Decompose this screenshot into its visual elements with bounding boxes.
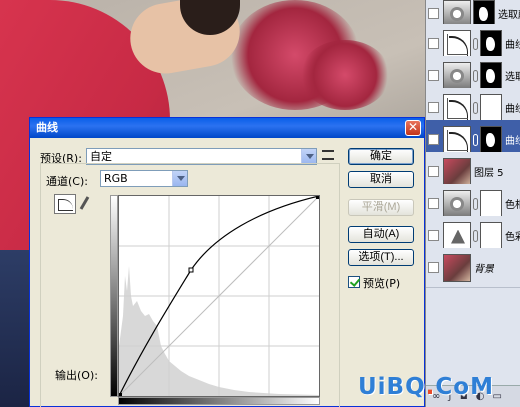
- chevron-down-icon[interactable]: [301, 149, 316, 164]
- watermark-text: UiBQ: [358, 374, 426, 400]
- visibility-checkbox[interactable]: [428, 70, 439, 81]
- curves-dialog: 曲线 ✕ 预设(R): 自定 通道(C): RGB 输出(O): 确定 取消 平…: [29, 117, 425, 407]
- curve-endpoint-white: [316, 196, 319, 199]
- curve-control-point: [188, 267, 194, 273]
- layer-mask-thumbnail[interactable]: [480, 93, 502, 122]
- curve-endpoint-black: [119, 393, 122, 396]
- watermark-dot: .: [425, 374, 436, 400]
- options-button[interactable]: 选项(T)...: [348, 249, 414, 266]
- close-button[interactable]: ✕: [405, 120, 421, 136]
- preset-value: 自定: [90, 150, 112, 163]
- layer-thumbnail: [443, 157, 471, 186]
- preset-options-icon[interactable]: [322, 150, 334, 160]
- layer-name: 色彩平: [505, 232, 520, 243]
- visibility-checkbox[interactable]: [428, 8, 439, 19]
- curves-thumbnail: [443, 93, 471, 122]
- color-balance-thumbnail: [443, 221, 471, 250]
- dialog-title: 曲线: [36, 121, 58, 134]
- preview-checkbox[interactable]: [348, 276, 360, 288]
- link-icon[interactable]: [473, 101, 478, 114]
- visibility-checkbox[interactable]: [428, 166, 439, 177]
- layers-panel: 选取颜 曲线 2 选取颜 曲线 3 曲线 1 图层 5 色相: [425, 0, 520, 407]
- chevron-down-icon[interactable]: [172, 171, 187, 186]
- layer-name: 曲线 3: [505, 104, 520, 115]
- curves-thumbnail: [443, 125, 471, 154]
- layer-mask-thumbnail[interactable]: [480, 61, 502, 90]
- link-icon[interactable]: [473, 133, 478, 146]
- channel-label: 通道(C):: [46, 175, 88, 188]
- channel-select[interactable]: RGB: [100, 170, 188, 187]
- adjustment-thumbnail: [443, 189, 471, 218]
- link-icon[interactable]: [473, 197, 478, 210]
- cancel-button[interactable]: 取消: [348, 171, 414, 188]
- visibility-checkbox[interactable]: [428, 198, 439, 209]
- ok-button[interactable]: 确定: [348, 148, 414, 165]
- link-icon[interactable]: [473, 37, 478, 50]
- layer-name: 色相/饱: [505, 200, 520, 211]
- visibility-checkbox[interactable]: [428, 38, 439, 49]
- visibility-checkbox[interactable]: [428, 230, 439, 241]
- curve-graph[interactable]: [118, 195, 320, 397]
- preview-label: 预览(P): [363, 277, 401, 290]
- curves-thumbnail: [443, 29, 471, 58]
- layer-name: 图层 5: [474, 168, 504, 179]
- output-label: 输出(O):: [55, 369, 98, 382]
- layer-name: 曲线 1: [505, 136, 520, 147]
- layer-mask-thumbnail[interactable]: [480, 29, 502, 58]
- layer-mask-thumbnail[interactable]: [480, 189, 502, 218]
- link-icon[interactable]: [473, 229, 478, 242]
- curve-graph-svg: [118, 195, 320, 397]
- dialog-titlebar[interactable]: 曲线 ✕: [30, 118, 424, 138]
- smooth-button[interactable]: 平滑(M): [348, 199, 414, 216]
- layer-mask-thumbnail[interactable]: [480, 221, 502, 250]
- adjustment-thumbnail: [443, 61, 471, 90]
- visibility-checkbox[interactable]: [428, 134, 439, 145]
- input-gradient-bar: [118, 397, 320, 405]
- watermark-text: CoM: [435, 374, 494, 400]
- layer-thumbnail: [443, 253, 471, 282]
- visibility-checkbox[interactable]: [428, 102, 439, 113]
- layer-name: 选取颜: [505, 72, 520, 83]
- layer-mask-thumbnail[interactable]: [480, 125, 502, 154]
- layer-name: 曲线 2: [505, 40, 520, 51]
- channel-value: RGB: [104, 172, 128, 185]
- layer-row[interactable]: 背景: [426, 248, 520, 288]
- output-gradient-bar: [110, 195, 118, 397]
- auto-button[interactable]: 自动(A): [348, 226, 414, 243]
- visibility-checkbox[interactable]: [428, 262, 439, 273]
- layer-name: 选取颜: [498, 10, 520, 21]
- link-icon[interactable]: [473, 69, 478, 82]
- layer-name: 背景: [474, 264, 494, 275]
- curve-edit-tool-button[interactable]: [54, 194, 76, 214]
- watermark-logo: UiBQ.CoM: [358, 374, 494, 400]
